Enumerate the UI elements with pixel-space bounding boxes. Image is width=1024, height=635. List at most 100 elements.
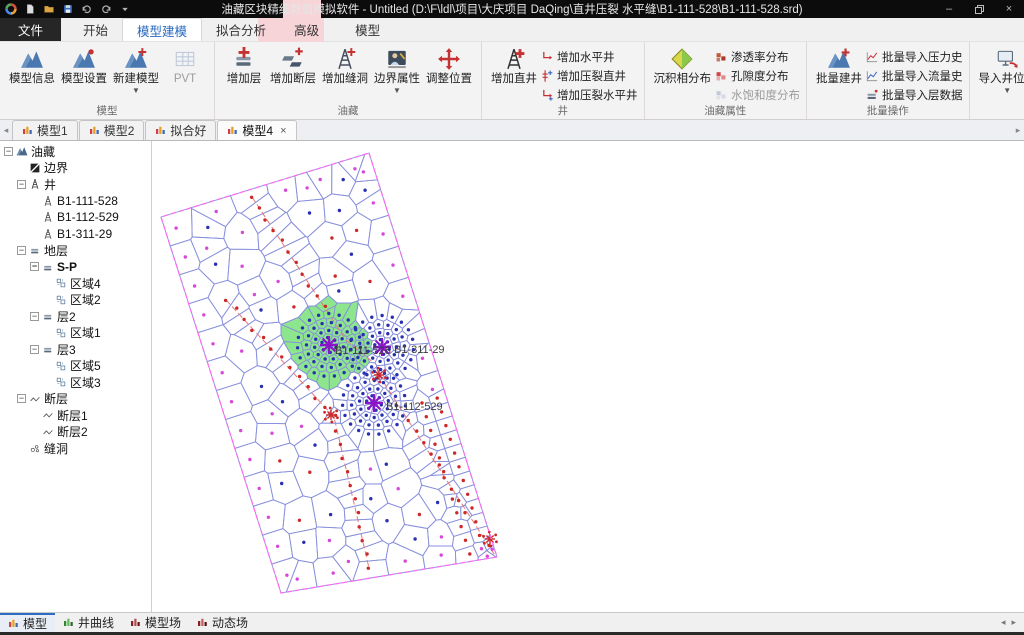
undo-icon[interactable] xyxy=(79,2,94,17)
permeability-distribution-button[interactable]: 渗透率分布 xyxy=(714,48,800,65)
add-layer-button[interactable]: 增加层 xyxy=(221,44,267,86)
tree-expander-icon[interactable]: − xyxy=(17,246,26,255)
tree-expander-icon[interactable]: − xyxy=(17,180,26,189)
doc-tabs-scroll-right[interactable]: ▸ xyxy=(1012,120,1024,140)
doc-tabs-scroll-left[interactable]: ◂ xyxy=(0,120,12,140)
tree-item-region2[interactable]: 区域2 xyxy=(0,292,151,309)
tree-item-sp[interactable]: −S-P xyxy=(0,259,151,276)
boundary-icon xyxy=(29,162,41,174)
model-settings-button[interactable]: 模型设置 xyxy=(58,44,110,86)
boundary-props-button[interactable]: 边界属性▼ xyxy=(371,44,423,95)
tab-start[interactable]: 开始 xyxy=(69,18,122,41)
tree-item-boundary[interactable]: 边界 xyxy=(0,160,151,177)
status-tab-model-field[interactable]: 模型场 xyxy=(122,613,189,632)
tree-item-layer2[interactable]: −层2 xyxy=(0,308,151,325)
tree-expander-icon[interactable]: − xyxy=(30,345,39,354)
tree-item-label: 区域4 xyxy=(70,275,101,292)
tree-expander-icon[interactable]: − xyxy=(30,262,39,271)
tree-item-region5[interactable]: 区域5 xyxy=(0,358,151,375)
well-icon xyxy=(42,228,54,240)
new-model-button[interactable]: 新建模型▼ xyxy=(110,44,162,95)
tree-item-label: 断层 xyxy=(44,390,68,407)
dropdown-arrow-icon[interactable]: ▼ xyxy=(393,87,401,95)
button-label: 调整位置 xyxy=(426,73,472,86)
add-frac-vertical-well-button[interactable]: 增加压裂直井 xyxy=(540,67,638,84)
tree-item-b1-112-529[interactable]: B1-112-529 xyxy=(0,209,151,226)
tree-item-b1-111-528[interactable]: B1-111-528 xyxy=(0,193,151,210)
open-file-icon[interactable] xyxy=(41,2,56,17)
minimize-button[interactable]: – xyxy=(934,0,964,18)
qat-dropdown-icon[interactable] xyxy=(117,2,132,17)
batch-wells-button[interactable]: 批量建井 xyxy=(813,44,865,86)
status-bar-scroll-arrows[interactable]: ◂▸ xyxy=(1001,613,1024,632)
faults-icon xyxy=(29,393,41,405)
status-tab-model[interactable]: 模型 xyxy=(0,613,55,632)
tree-item-fault2[interactable]: 断层2 xyxy=(0,424,151,441)
tab-file[interactable]: 文件 xyxy=(0,18,61,41)
status-tab-well-curves[interactable]: 井曲线 xyxy=(55,613,122,632)
status-tab-dynamic-field[interactable]: 动态场 xyxy=(189,613,256,632)
import-wellmap-button[interactable]: 导入井位图▼ xyxy=(976,44,1024,95)
doc-tab-model1[interactable]: 模型1 xyxy=(12,120,78,140)
dropdown-arrow-icon[interactable]: ▼ xyxy=(1003,87,1011,95)
svg-text:B1-112-529: B1-112-529 xyxy=(386,401,443,413)
restore-button[interactable] xyxy=(964,0,994,18)
tree-expander-icon[interactable]: − xyxy=(17,394,26,403)
status-tab-icon xyxy=(130,617,141,628)
tab-model-building[interactable]: 模型建模 xyxy=(122,18,202,41)
new-file-icon[interactable] xyxy=(22,2,37,17)
region-icon xyxy=(55,327,67,339)
tab-fitting-analysis[interactable]: 拟合分析 xyxy=(202,18,280,41)
add-cave-button[interactable]: 增加缝洞 xyxy=(319,44,371,86)
boundary-props-icon xyxy=(385,47,409,71)
tree-expander-icon[interactable]: − xyxy=(4,147,13,156)
tree-item-wells[interactable]: −井 xyxy=(0,176,151,193)
scroll-left-icon[interactable]: ◂ xyxy=(1001,617,1006,628)
doc-tab-model4[interactable]: 模型4× xyxy=(217,120,296,140)
porosity-distribution-button[interactable]: 孔隙度分布 xyxy=(714,67,800,84)
tree-item-strata[interactable]: −地层 xyxy=(0,242,151,259)
import-wellmap-icon xyxy=(995,47,1019,71)
tab-advanced[interactable]: 高级 xyxy=(280,18,333,41)
tab-model-contextual[interactable]: 模型 xyxy=(341,18,394,41)
tree-item-caves[interactable]: 缝洞 xyxy=(0,440,151,457)
tree-item-region3[interactable]: 区域3 xyxy=(0,374,151,391)
add-frac-horizontal-well-button[interactable]: 增加压裂水平井 xyxy=(540,86,638,103)
close-tab-icon[interactable]: × xyxy=(280,125,286,137)
dropdown-arrow-icon[interactable]: ▼ xyxy=(132,87,140,95)
tree-item-b1-311-29[interactable]: B1-311-29 xyxy=(0,226,151,243)
tree-expander-icon[interactable]: − xyxy=(30,312,39,321)
tree-item-fault1[interactable]: 断层1 xyxy=(0,407,151,424)
close-button[interactable]: × xyxy=(994,0,1024,18)
tree-item-region1[interactable]: 区域1 xyxy=(0,325,151,342)
tree-item-faults[interactable]: − 断层 xyxy=(0,391,151,408)
new-model-icon xyxy=(124,47,148,71)
facies-distribution-button[interactable]: 沉积相分布 xyxy=(651,44,715,86)
model-canvas[interactable]: B1-111-528B1-311-29B1-112-529 xyxy=(152,141,1024,612)
batch-import-layer-button[interactable]: 批量导入层数据 xyxy=(865,86,963,103)
add-vertical-well-button[interactable]: 增加直井 xyxy=(488,44,540,86)
tree-item-label: 区域3 xyxy=(70,374,101,391)
save-icon[interactable] xyxy=(60,2,75,17)
model-info-button[interactable]: 模型信息 xyxy=(6,44,58,86)
wells-icon xyxy=(29,178,41,190)
add-horizontal-well-button[interactable]: 增加水平井 xyxy=(540,48,638,65)
group-well-small-buttons: 增加水平井增加压裂直井增加压裂水平井 xyxy=(540,44,638,103)
tree-item-region4[interactable]: 区域4 xyxy=(0,275,151,292)
add-frac-horizontal-well-icon xyxy=(540,88,554,102)
adjust-position-button[interactable]: 调整位置 xyxy=(423,44,475,86)
scroll-right-icon[interactable]: ▸ xyxy=(1011,617,1016,628)
add-frac-vertical-well-icon xyxy=(540,69,554,83)
app-logo-icon[interactable] xyxy=(3,2,18,17)
doc-tab-model2[interactable]: 模型2 xyxy=(79,120,145,140)
add-fault-button[interactable]: 增加断层 xyxy=(267,44,319,86)
doc-tab-fitted[interactable]: 拟合好 xyxy=(145,120,216,140)
adjust-position-icon xyxy=(437,47,461,71)
tree-item-reservoir[interactable]: −油藏 xyxy=(0,143,151,160)
tree-item-label: 区域5 xyxy=(70,357,101,374)
tree-item-layer3[interactable]: −层3 xyxy=(0,341,151,358)
redo-icon[interactable] xyxy=(98,2,113,17)
batch-import-pressure-button[interactable]: 批量导入压力史 xyxy=(865,48,963,65)
batch-import-rate-button[interactable]: 批量导入流量史 xyxy=(865,67,963,84)
button-label: 边界属性 xyxy=(374,73,420,86)
